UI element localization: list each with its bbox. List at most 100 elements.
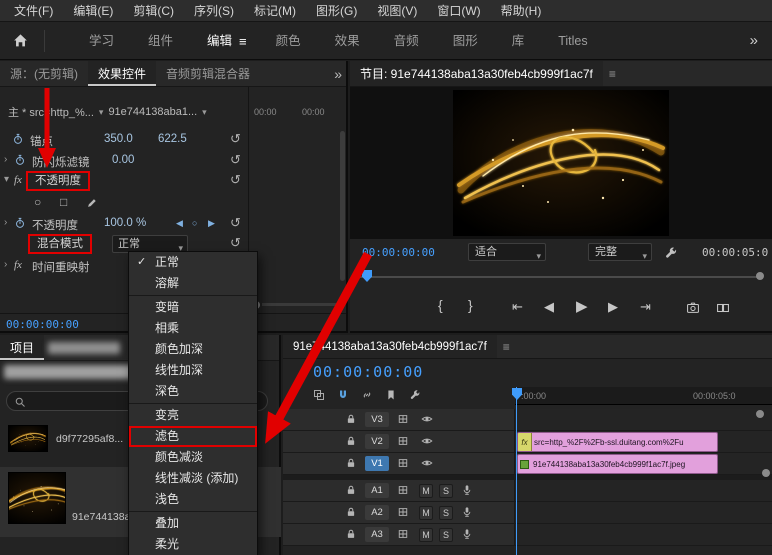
sync-lock-icon[interactable] bbox=[397, 413, 409, 425]
sync-lock-icon[interactable] bbox=[397, 506, 409, 518]
chevron-right-icon[interactable]: › bbox=[4, 217, 7, 228]
chevron-down-icon[interactable]: ▾ bbox=[4, 174, 9, 185]
track-target-v1[interactable]: V1 bbox=[365, 456, 389, 471]
scrollbar[interactable] bbox=[340, 131, 345, 281]
stopwatch-icon[interactable] bbox=[14, 154, 26, 166]
menu-view[interactable]: 视图(V) bbox=[367, 2, 427, 19]
mute-button[interactable]: M bbox=[419, 506, 433, 520]
opacity-section-label[interactable]: 不透明度 bbox=[26, 171, 90, 191]
stopwatch-icon[interactable] bbox=[12, 133, 24, 145]
menu-item-overlay[interactable]: 叠加 bbox=[129, 513, 257, 534]
playhead-timecode[interactable]: 00:00:00:00 bbox=[6, 318, 79, 331]
chevron-right-icon[interactable]: › bbox=[4, 154, 7, 165]
goto-in-icon[interactable]: ⇤ bbox=[512, 299, 523, 315]
play-icon[interactable]: ▶ bbox=[576, 297, 588, 315]
snap-magnet-icon[interactable] bbox=[337, 389, 349, 401]
settings-wrench-icon[interactable] bbox=[664, 246, 678, 260]
track-target-a3[interactable]: A3 bbox=[365, 527, 389, 542]
next-keyframe-icon[interactable]: ▶ bbox=[208, 218, 215, 229]
anchor-x-value[interactable]: 350.0 bbox=[104, 133, 133, 145]
opacity-value[interactable]: 100.0 % bbox=[104, 217, 146, 229]
workspace-tab-learning[interactable]: 学习 bbox=[72, 22, 131, 60]
timeline-ruler[interactable]: :00:00 00:00:05:0 bbox=[515, 387, 772, 405]
scrub-track[interactable] bbox=[360, 276, 762, 278]
menu-markers[interactable]: 标记(M) bbox=[244, 2, 306, 19]
workspace-tab-libraries[interactable]: 库 bbox=[495, 22, 542, 60]
scrollbar-handle[interactable] bbox=[762, 469, 770, 477]
pen-mask-icon[interactable] bbox=[86, 197, 98, 209]
comparison-view-icon[interactable] bbox=[716, 301, 730, 315]
track-output-eye-icon[interactable] bbox=[421, 435, 433, 447]
zoom-bar[interactable] bbox=[262, 303, 336, 306]
menu-item-darker-color[interactable]: 深色 bbox=[129, 381, 257, 402]
menu-item-color-burn[interactable]: 颜色加深 bbox=[129, 339, 257, 360]
reset-icon[interactable]: ↺ bbox=[230, 235, 241, 251]
menu-item-dissolve[interactable]: 溶解 bbox=[129, 273, 257, 294]
track-lock-icon[interactable] bbox=[345, 528, 357, 540]
workspace-tab-assembly[interactable]: 组件 bbox=[131, 22, 190, 60]
voiceover-mic-icon[interactable] bbox=[461, 484, 473, 496]
chevron-right-icon[interactable]: › bbox=[4, 259, 7, 270]
track-output-eye-icon[interactable] bbox=[421, 457, 433, 469]
step-forward-icon[interactable]: ▶ bbox=[608, 299, 618, 315]
mute-button[interactable]: M bbox=[419, 528, 433, 542]
track-lock-icon[interactable] bbox=[345, 457, 357, 469]
zoom-handle[interactable] bbox=[756, 272, 764, 280]
sync-lock-icon[interactable] bbox=[397, 457, 409, 469]
antiflicker-value[interactable]: 0.00 bbox=[112, 154, 134, 166]
track-target-a2[interactable]: A2 bbox=[365, 505, 389, 520]
workspace-tab-graphics[interactable]: 图形 bbox=[436, 22, 495, 60]
workspace-overflow-icon[interactable]: » bbox=[750, 32, 758, 49]
track-target-v2[interactable]: V2 bbox=[365, 434, 389, 449]
menu-sequence[interactable]: 序列(S) bbox=[184, 2, 244, 19]
linked-selection-icon[interactable] bbox=[361, 389, 373, 401]
menu-item-multiply[interactable]: 相乘 bbox=[129, 318, 257, 339]
playhead-line[interactable] bbox=[516, 387, 517, 555]
menu-window[interactable]: 窗口(W) bbox=[427, 2, 490, 19]
menu-clip[interactable]: 剪辑(C) bbox=[123, 2, 184, 19]
panel-menu-icon[interactable]: ≡ bbox=[603, 61, 622, 86]
track-lock-icon[interactable] bbox=[345, 435, 357, 447]
mark-in-icon[interactable]: { bbox=[438, 297, 443, 313]
workspace-tab-color[interactable]: 颜色 bbox=[259, 22, 318, 60]
track-lock-icon[interactable] bbox=[345, 413, 357, 425]
menu-edit[interactable]: 编辑(E) bbox=[63, 2, 123, 19]
add-keyframe-icon[interactable]: ○ bbox=[192, 218, 197, 228]
solo-button[interactable]: S bbox=[439, 506, 453, 520]
reset-icon[interactable]: ↺ bbox=[230, 172, 241, 188]
nest-sequence-icon[interactable] bbox=[313, 389, 325, 401]
menu-item-linear-dodge[interactable]: 线性减淡 (添加) bbox=[129, 468, 257, 489]
playback-resolution-select[interactable]: 完整 ▾ bbox=[588, 243, 652, 261]
panel-overflow-icon[interactable]: » bbox=[334, 61, 342, 87]
home-icon[interactable] bbox=[12, 32, 29, 52]
workspace-tab-titles[interactable]: Titles bbox=[541, 22, 604, 60]
sync-lock-icon[interactable] bbox=[397, 435, 409, 447]
playhead-marker[interactable] bbox=[362, 270, 372, 282]
sequence-clip-selector[interactable]: 91e744138aba1... bbox=[108, 106, 197, 118]
prev-keyframe-icon[interactable]: ◀ bbox=[176, 218, 183, 229]
mark-out-icon[interactable]: } bbox=[468, 297, 473, 313]
tab-audio-clip-mixer[interactable]: 音频剪辑混合器 bbox=[156, 61, 260, 86]
menu-item-lighter-color[interactable]: 浅色 bbox=[129, 489, 257, 510]
menu-item-lighten[interactable]: 变亮 bbox=[129, 405, 257, 426]
sync-lock-icon[interactable] bbox=[397, 484, 409, 496]
export-frame-icon[interactable] bbox=[686, 301, 700, 315]
anchor-y-value[interactable]: 622.5 bbox=[158, 133, 187, 145]
workspace-menu-icon[interactable]: ≡ bbox=[239, 34, 259, 49]
timeline-timecode[interactable]: 00:00:00:00 bbox=[313, 363, 423, 381]
scrollbar-handle[interactable] bbox=[756, 410, 764, 418]
menu-graphics[interactable]: 图形(G) bbox=[306, 2, 367, 19]
workspace-tab-audio[interactable]: 音频 bbox=[377, 22, 436, 60]
solo-button[interactable]: S bbox=[439, 484, 453, 498]
reset-icon[interactable]: ↺ bbox=[230, 131, 241, 147]
track-output-eye-icon[interactable] bbox=[421, 413, 433, 425]
solo-button[interactable]: S bbox=[439, 528, 453, 542]
menu-item-normal[interactable]: ✓ 正常 bbox=[129, 252, 257, 273]
stopwatch-icon[interactable] bbox=[14, 217, 26, 229]
goto-out-icon[interactable]: ⇥ bbox=[640, 299, 651, 315]
timeline-clip-v1[interactable]: 91e744138aba13a30feb4cb999f1ac7f.jpeg bbox=[517, 454, 718, 474]
menu-item-soft-light[interactable]: 柔光 bbox=[129, 534, 257, 555]
timeline-settings-wrench-icon[interactable] bbox=[409, 389, 421, 401]
workspace-tab-effects[interactable]: 效果 bbox=[318, 22, 377, 60]
step-back-icon[interactable]: ◀ bbox=[544, 299, 554, 315]
